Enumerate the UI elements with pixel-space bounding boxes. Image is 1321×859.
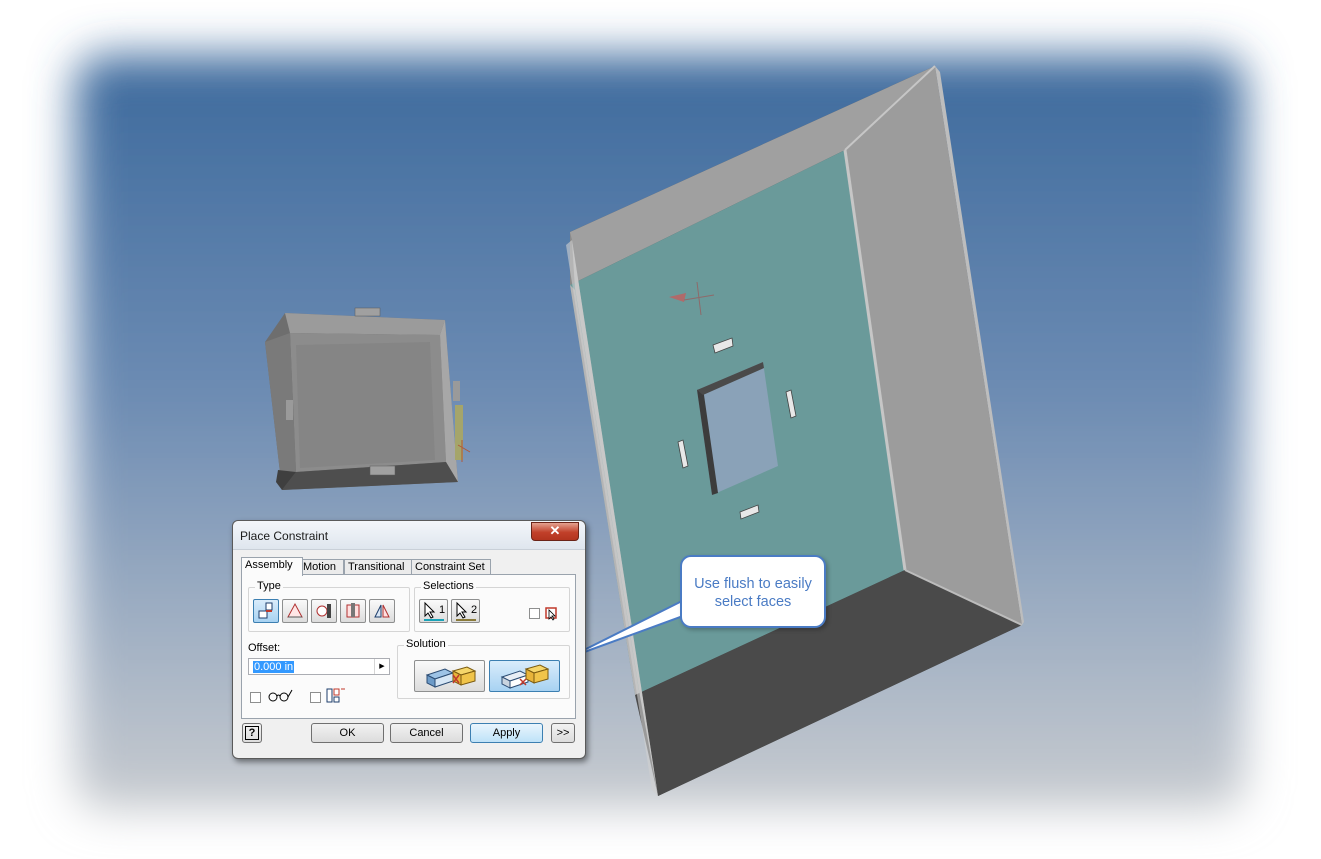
tab-transitional[interactable]: Transitional	[344, 559, 412, 575]
dialog-title: Place Constraint	[240, 529, 329, 543]
insert-icon	[346, 603, 360, 618]
box-part[interactable]	[265, 307, 471, 490]
type-group-label: Type	[255, 580, 283, 592]
offset-label: Offset:	[248, 642, 281, 654]
offset-value: 0.000 in	[253, 661, 295, 673]
angle-type-button[interactable]	[282, 599, 308, 623]
help-button[interactable]: ?	[242, 723, 262, 743]
selection-2-button[interactable]: 2	[451, 599, 480, 623]
cancel-button[interactable]: Cancel	[390, 723, 463, 743]
selection-2-label: 2	[471, 604, 478, 616]
tangent-type-button[interactable]	[311, 599, 337, 623]
callout-text-line1: Use flush to easily	[694, 576, 812, 592]
selection-1-label: 1	[439, 604, 446, 616]
callout-text-line2: select faces	[714, 594, 792, 610]
pick-part-first-checkbox[interactable]	[529, 608, 540, 619]
angle-icon	[287, 602, 303, 618]
insert-type-button[interactable]	[340, 599, 366, 623]
dialog-title-bar[interactable]: Place Constraint ✕	[233, 521, 585, 550]
close-button[interactable]: ✕	[531, 522, 579, 541]
symmetry-icon	[374, 604, 390, 618]
glasses-icon	[268, 689, 293, 702]
apply-button[interactable]: Apply	[470, 723, 543, 743]
tab-constraint-set[interactable]: Constraint Set	[411, 559, 491, 575]
more-options-button[interactable]: >>	[551, 723, 575, 743]
tip-callout: Use flush to easily select faces	[680, 555, 826, 628]
pick-part-first-icon	[545, 607, 557, 621]
tab-assembly[interactable]: Assembly	[241, 557, 303, 576]
flush-solution-button[interactable]	[489, 660, 560, 692]
show-preview-checkbox[interactable]	[250, 692, 261, 703]
assembly-tab-panel: Type Selections 1 2 Offset: 0.000 in ▶ S…	[241, 574, 576, 719]
symmetry-type-button[interactable]	[369, 599, 395, 623]
mate-type-button[interactable]	[253, 599, 279, 623]
predict-offset-icon	[326, 688, 345, 703]
offset-input[interactable]: 0.000 in ▶	[248, 658, 390, 675]
flush-solution-icon	[500, 664, 550, 689]
solution-group-label: Solution	[404, 638, 448, 650]
mate-icon	[258, 602, 273, 619]
predict-offset-checkbox[interactable]	[310, 692, 321, 703]
selection-1-button[interactable]: 1	[419, 599, 448, 623]
selections-group: Selections 1 2	[414, 580, 570, 632]
help-icon: ?	[245, 726, 259, 740]
solution-group: Solution	[397, 638, 570, 699]
type-group: Type	[248, 580, 410, 632]
mate-solution-button[interactable]	[414, 660, 485, 692]
place-constraint-dialog: Place Constraint ✕ Assembly Motion Trans…	[232, 520, 586, 759]
ok-button[interactable]: OK	[311, 723, 384, 743]
graphics-viewport[interactable]	[0, 0, 1321, 859]
tangent-icon	[316, 604, 331, 618]
tab-motion[interactable]: Motion	[299, 559, 344, 575]
selections-group-label: Selections	[421, 580, 476, 592]
offset-dropdown-arrow-icon[interactable]: ▶	[374, 659, 389, 674]
mate-solution-icon	[425, 666, 477, 688]
